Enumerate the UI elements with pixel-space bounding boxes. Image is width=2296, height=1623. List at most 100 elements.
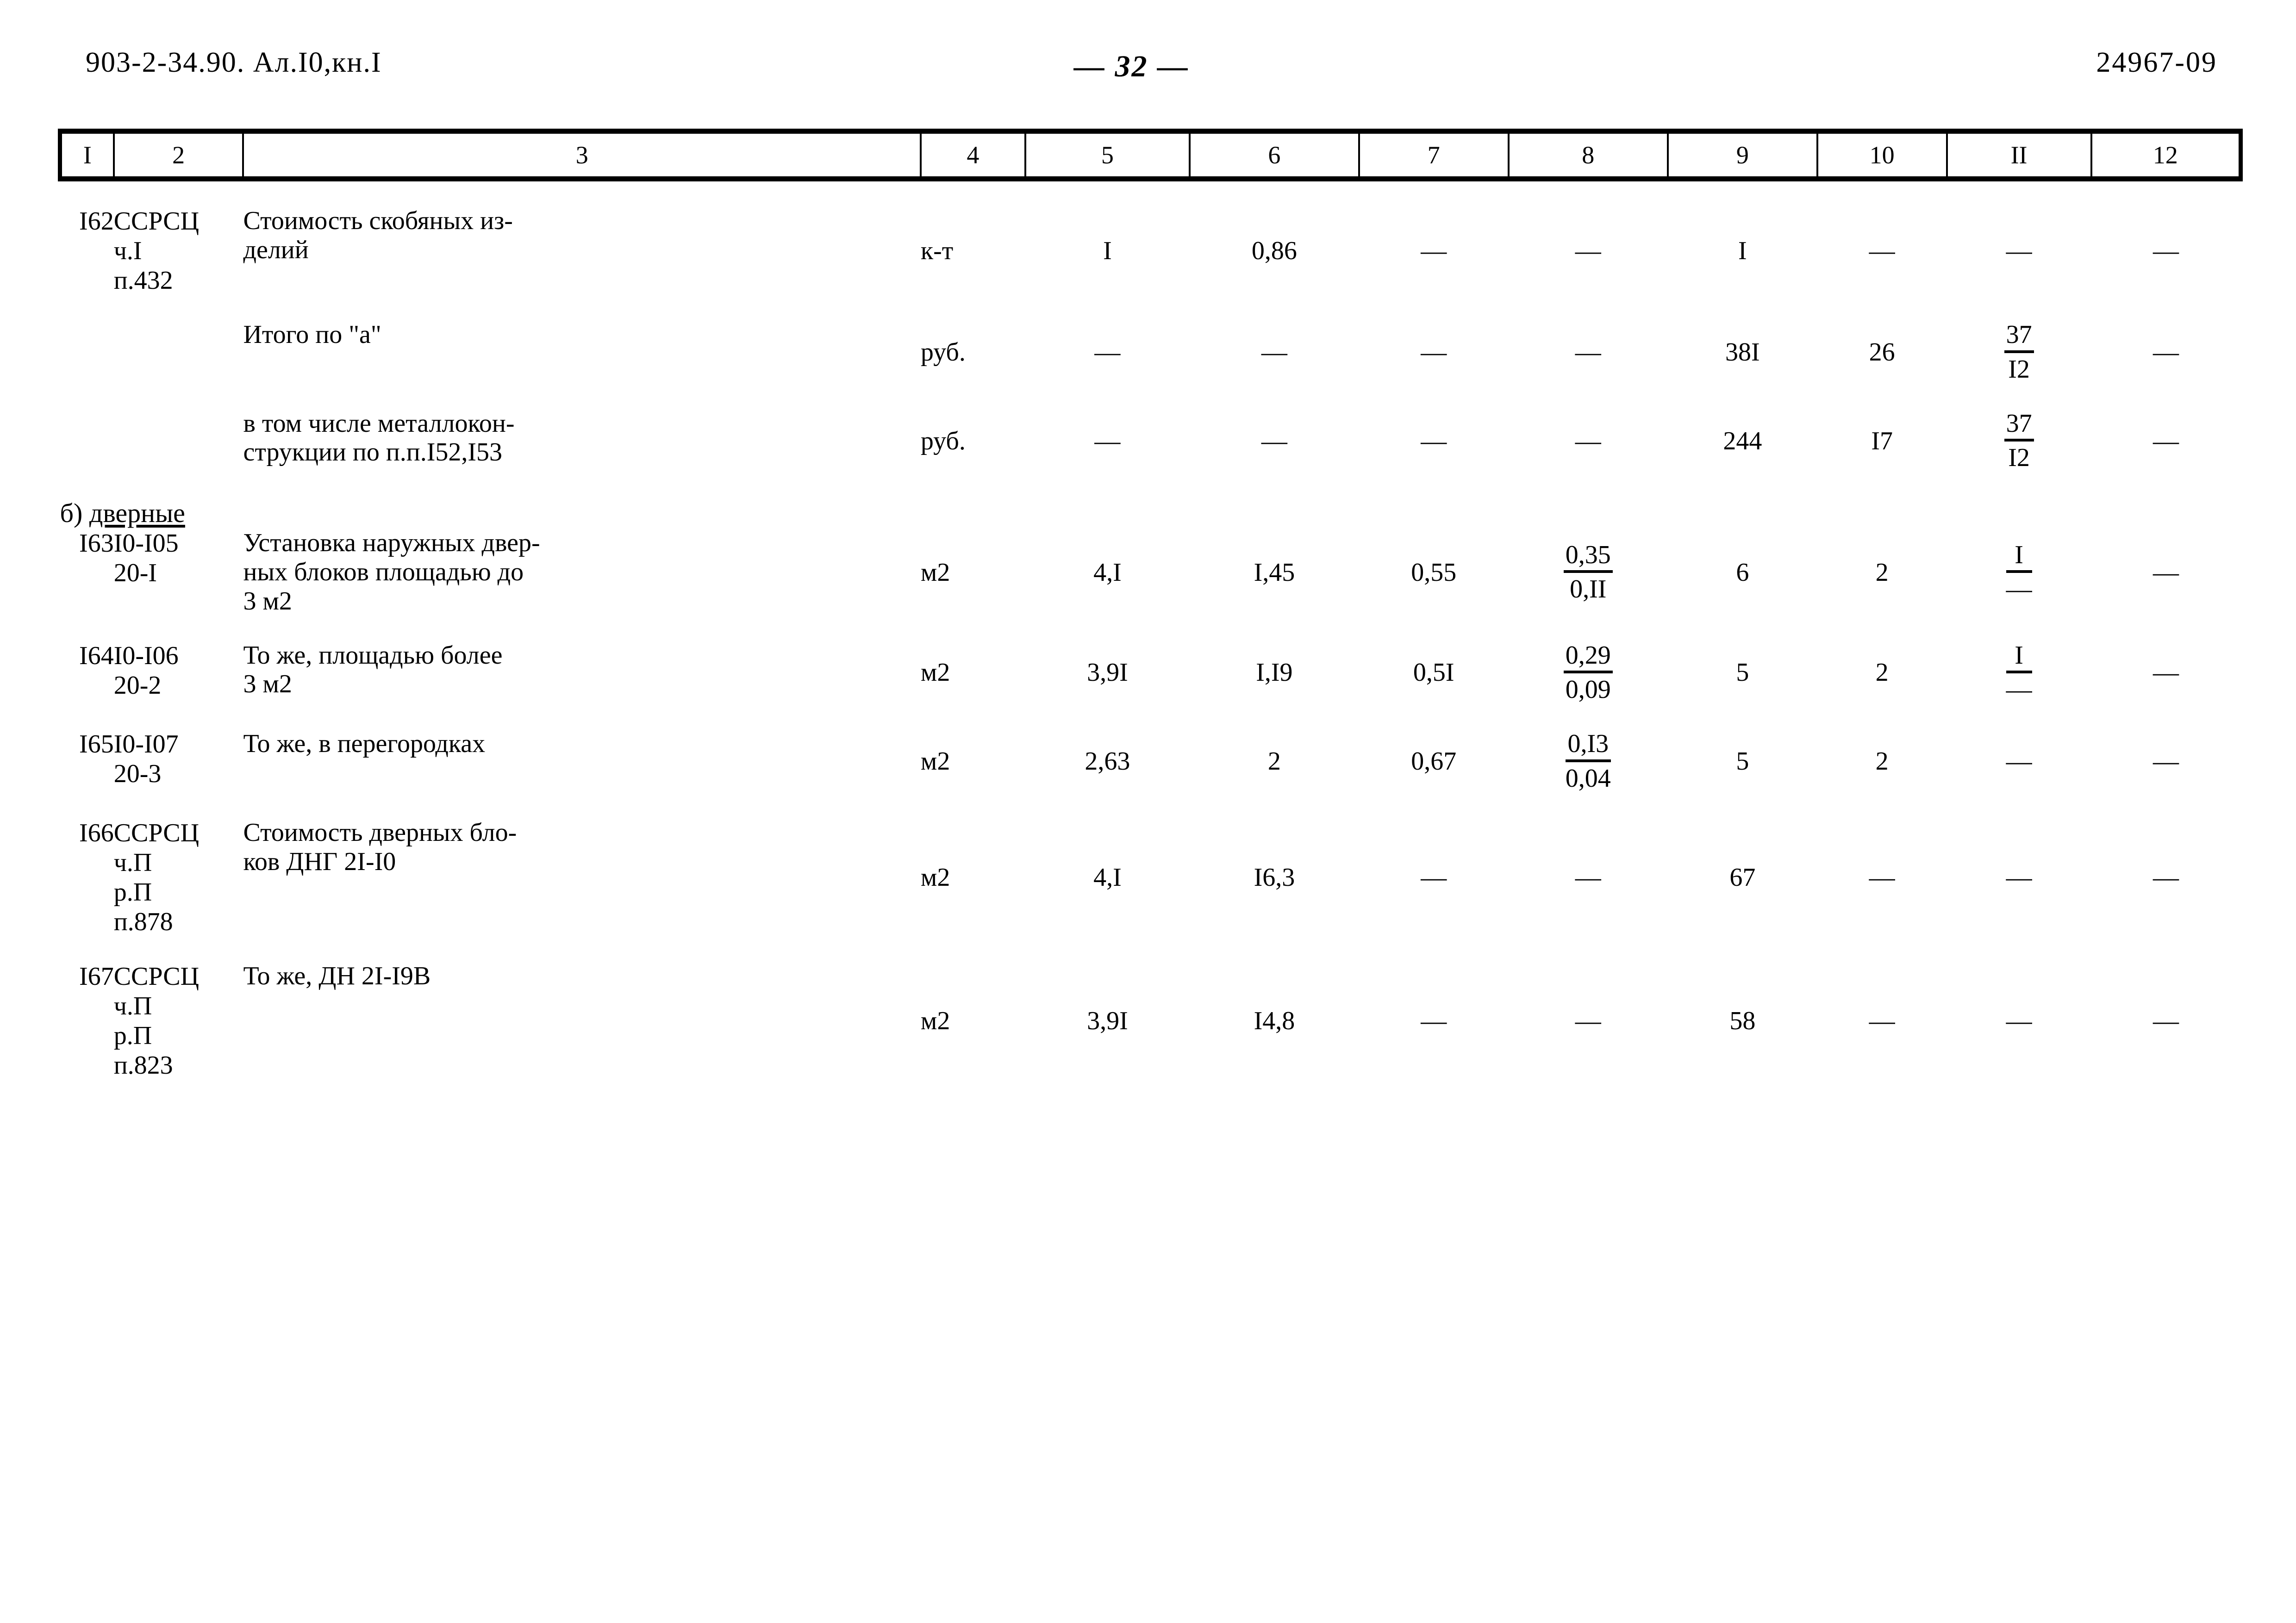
row-value-11: —: [2006, 863, 2032, 892]
column-header-6: 6: [1188, 131, 1360, 179]
row-position-number: I64: [79, 641, 114, 670]
section-heading-row: б) дверные: [60, 497, 2241, 529]
row-value-10: —: [1869, 863, 1895, 892]
row-value-11: —: [2006, 1007, 2032, 1036]
row-value-6: I6,3: [1254, 863, 1295, 892]
row-unit: к-т: [920, 236, 954, 265]
column-header-9: 9: [1666, 131, 1818, 179]
row-unit: руб.: [920, 426, 966, 455]
column-header-7: 7: [1358, 131, 1510, 179]
row-description-line: делий: [243, 235, 309, 264]
row-norm-code-line: ч.П: [113, 992, 152, 1021]
row-norm-code: I0-I07 20-3: [114, 729, 243, 793]
row-quantity: 3,9I: [1087, 1007, 1128, 1036]
fraction-numerator: 0,35: [1563, 541, 1613, 573]
row-value-8: —: [1575, 426, 1601, 455]
row-norm-code-line: 20-I: [113, 559, 157, 588]
row-position-number: [60, 409, 114, 473]
row-description: в том числе металлокон-струкции по п.п.I…: [243, 409, 920, 473]
table-body: I 2 3 4 5 6 7 8 9 10 II 12 I62 ССРСЦ ч.I п.432 Стоимость…: [57, 131, 2243, 1106]
row-value-10: —: [1869, 1007, 1895, 1036]
row-description-line: струкции по п.п.I52,I53: [243, 438, 503, 467]
row-unit: м2: [920, 558, 950, 587]
fraction-value: I —: [2006, 541, 2032, 604]
row-spacer: [60, 384, 2241, 409]
row-norm-code-line: п.878: [113, 908, 173, 937]
row-norm-code-line: ССРСЦ: [113, 819, 200, 848]
row-value-8: —: [1575, 337, 1601, 367]
row-position-number: I63: [79, 529, 114, 558]
row-norm-code-line: р.П: [113, 1021, 152, 1051]
row-description-line: Итого по "а": [243, 320, 381, 349]
fraction-numerator: 37: [2004, 409, 2034, 442]
row-spacer-cell: [60, 473, 2241, 497]
row-value-9: 244: [1723, 426, 1762, 455]
estimate-table-sheet: I 2 3 4 5 6 7 8 9 10 II 12 I62 ССРСЦ ч.I п.432 Стоимость…: [57, 129, 2243, 1106]
row-spacer-cell: [60, 295, 2241, 320]
row-value-7: 0,55: [1411, 558, 1457, 587]
table-row: в том числе металлокон-струкции по п.п.I…: [60, 409, 2241, 473]
row-description-line: в том числе металлокон-: [243, 409, 515, 438]
row-spacer: [60, 473, 2241, 497]
row-norm-code-line: п.432: [113, 266, 173, 295]
row-norm-code-line: ССРСЦ: [113, 962, 200, 991]
fraction-value: 0,29 0,09: [1563, 641, 1613, 704]
fraction-value: 37 I2: [2004, 409, 2034, 473]
row-quantity: 3,9I: [1087, 658, 1128, 687]
row-value-7: —: [1421, 1007, 1447, 1036]
column-header-4: 4: [919, 131, 1026, 179]
fraction-denominator: —: [2006, 675, 2032, 704]
row-value-6: 0,86: [1251, 236, 1297, 265]
row-value-11: I —: [1947, 529, 2091, 616]
row-value-6: I,I9: [1256, 658, 1293, 687]
fraction-value: 0,35 0,II: [1563, 541, 1613, 604]
row-value-10: 2: [1875, 747, 1889, 776]
row-value-12: —: [2153, 426, 2179, 455]
row-norm-code: ССРСЦ ч.П р.П п.878: [114, 818, 243, 937]
row-norm-code: ССРСЦ ч.I п.432: [114, 206, 243, 295]
row-spacer-cell: [60, 793, 2241, 818]
row-value-7: —: [1421, 426, 1447, 455]
column-header-3: 3: [242, 131, 922, 179]
row-value-6: I,45: [1254, 558, 1295, 587]
row-value-10: I7: [1871, 426, 1893, 455]
column-header-1: I: [57, 131, 115, 179]
column-header-10: 10: [1816, 131, 1948, 179]
row-value-11: 37 I2: [1947, 320, 2091, 384]
column-header-12: 12: [2090, 131, 2243, 179]
row-description-line: Стоимость скобяных из-: [243, 206, 513, 235]
row-position-number: I67: [79, 962, 114, 991]
row-value-7: —: [1421, 863, 1447, 892]
section-heading-label: дверные: [89, 498, 185, 529]
row-value-9: 5: [1736, 747, 1749, 776]
row-quantity: 4,I: [1093, 558, 1122, 587]
row-norm-code-line: п.823: [113, 1051, 173, 1080]
row-value-9: 67: [1729, 863, 1756, 892]
row-spacer: [60, 704, 2241, 729]
row-value-8: —: [1575, 1007, 1601, 1036]
row-unit: руб.: [920, 337, 966, 367]
row-description-line: ков ДНГ 2I-I0: [243, 847, 396, 876]
row-unit: м2: [920, 863, 950, 892]
fraction-numerator: I: [2006, 541, 2032, 573]
fraction-denominator: I2: [2008, 354, 2030, 384]
table-row: I64 I0-I06 20-2 То же, площадью более 3 м2 м2…: [60, 641, 2241, 705]
row-value-10: 2: [1875, 658, 1889, 687]
row-value-10: 2: [1875, 558, 1889, 587]
row-value-11: 37 I2: [1947, 409, 2091, 473]
row-unit: м2: [920, 1007, 950, 1036]
row-value-9: 38I: [1725, 337, 1760, 367]
table-row: I67 ССРСЦ ч.П р.П п.823 То же, ДН 2I-I9В м2 3,9…: [60, 962, 2241, 1080]
row-value-12: —: [2153, 1007, 2179, 1036]
row-value-7: —: [1421, 236, 1447, 265]
page-header: 903-2-34.90. Ал.I0,кн.I — 32 — 24967-09: [0, 46, 2296, 111]
fraction-value: I —: [2006, 641, 2032, 704]
row-spacer: [60, 937, 2241, 962]
fraction-denominator: 0,04: [1565, 764, 1611, 793]
row-value-6: I4,8: [1254, 1007, 1295, 1036]
table-row: I66 ССРСЦ ч.П р.П п.878 Стоимость дверных бло…: [60, 818, 2241, 937]
table-row: I62 ССРСЦ ч.I п.432 Стоимость скобяных из-де…: [60, 206, 2241, 295]
row-value-12: —: [2153, 747, 2179, 776]
row-spacer: [60, 616, 2241, 641]
row-quantity: —: [1094, 426, 1121, 455]
